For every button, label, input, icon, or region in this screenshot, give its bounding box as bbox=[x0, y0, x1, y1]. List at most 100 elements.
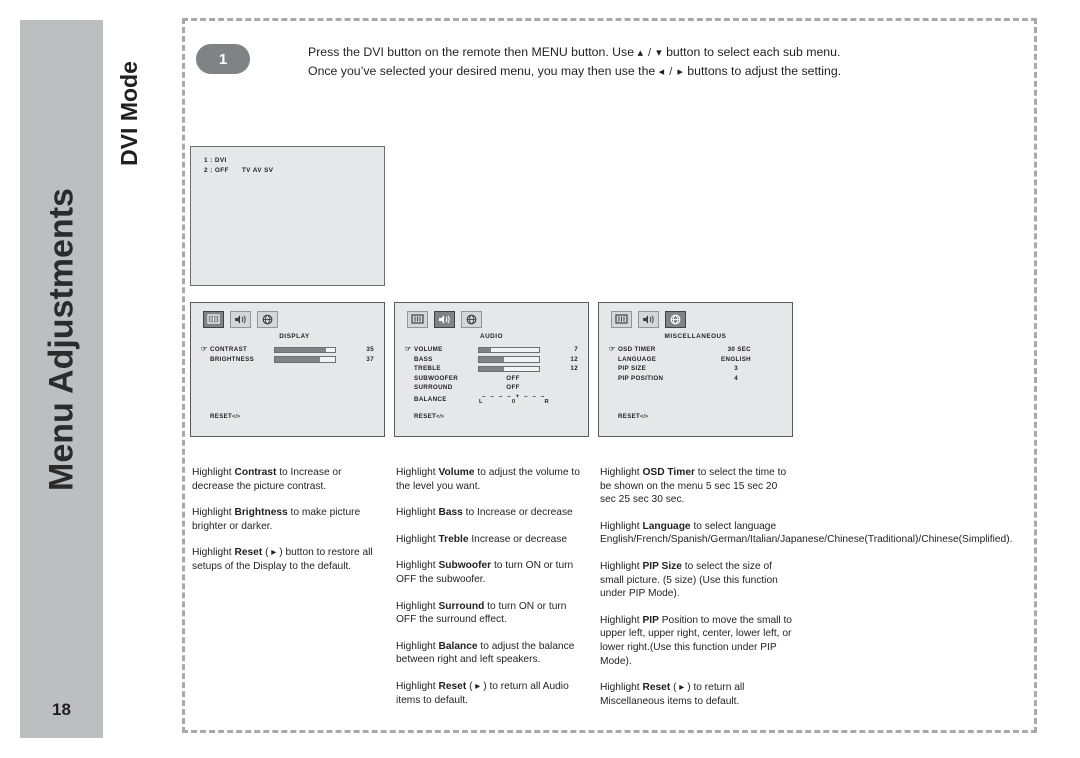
osd-row-label: SURROUND bbox=[414, 384, 453, 392]
osd-slider[interactable] bbox=[274, 346, 336, 353]
globe-icon[interactable] bbox=[665, 311, 686, 328]
description-term: Volume bbox=[438, 467, 475, 478]
chapter-label: DVI Mode bbox=[112, 36, 142, 196]
description-term: Balance bbox=[438, 640, 478, 652]
description-paragraph: Highlight Reset ( ▸ ) to return all Audi… bbox=[396, 680, 588, 707]
globe-icon[interactable] bbox=[461, 311, 482, 328]
osd-row[interactable]: BASS 12 bbox=[405, 355, 580, 365]
speaker-icon[interactable] bbox=[638, 311, 659, 328]
description-body: Increase or decrease bbox=[468, 533, 568, 545]
description-prefix: Highlight bbox=[600, 614, 643, 626]
description-term: Brightness bbox=[234, 507, 288, 519]
description-term: OSD Timer bbox=[642, 467, 695, 478]
description-term: Surround bbox=[438, 600, 485, 612]
step-line1-pre: Press the DVI button on the remote then … bbox=[308, 45, 638, 59]
osd-slider[interactable] bbox=[478, 365, 540, 372]
osd-row[interactable]: TREBLE 12 bbox=[405, 364, 580, 374]
tv-source-line-2-sources: TV AV SV bbox=[241, 167, 274, 174]
description-term: Subwoofer bbox=[438, 560, 492, 572]
osd-reset-arrows: </> bbox=[436, 414, 445, 420]
description-column-display: Highlight Contrast to Increase or decrea… bbox=[192, 466, 384, 587]
tv-source-line-2-label: 2 : OFF bbox=[204, 167, 229, 174]
osd-slider[interactable] bbox=[478, 356, 540, 363]
description-paragraph: Highlight PIP Size to select the size of… bbox=[600, 560, 792, 601]
sidebar-band: Menu Adjustments 18 bbox=[20, 20, 103, 738]
selection-cursor-icon: ☞ bbox=[609, 346, 616, 353]
description-prefix: Highlight bbox=[396, 640, 439, 652]
speaker-icon[interactable] bbox=[230, 311, 251, 328]
osd-row[interactable]: LANGUAGE ENGLISH bbox=[609, 355, 784, 365]
page-number: 18 bbox=[52, 700, 71, 719]
description-prefix: Highlight bbox=[600, 520, 643, 532]
monitor-icon[interactable] bbox=[407, 311, 428, 328]
osd-row[interactable]: BALANCE – – – – + – – – L 0 R bbox=[405, 393, 580, 407]
osd-reset-label: RESET bbox=[414, 413, 437, 420]
step-badge: 1 bbox=[196, 44, 250, 74]
description-term: Contrast bbox=[234, 467, 277, 478]
osd-reset-row[interactable]: RESET</> bbox=[618, 413, 648, 420]
osd-row-value: 37 bbox=[366, 355, 374, 363]
osd-row-value: OFF bbox=[506, 384, 520, 392]
osd-row[interactable]: ☞ VOLUME 7 bbox=[405, 345, 580, 355]
osd-row[interactable]: ☞ OSD TIMER 30 SEC bbox=[609, 345, 784, 355]
osd-row-value: 4 bbox=[734, 374, 738, 382]
selection-cursor-icon: ☞ bbox=[405, 346, 412, 353]
osd-slider[interactable] bbox=[274, 356, 336, 363]
description-prefix: Highlight bbox=[192, 547, 235, 559]
balance-label-center: 0 bbox=[511, 398, 516, 405]
osd-row[interactable]: ☞ CONTRAST 35 bbox=[201, 345, 376, 355]
description-term: PIP bbox=[642, 614, 659, 626]
description-column-audio: Highlight Volume to adjust the volume to… bbox=[396, 466, 588, 720]
osd-title: DISPLAY bbox=[279, 333, 310, 340]
globe-icon[interactable] bbox=[257, 311, 278, 328]
description-column-miscellaneous: Highlight OSD Timer to select the time t… bbox=[600, 466, 1012, 721]
description-paragraph: Highlight Bass to Increase or decrease bbox=[396, 506, 588, 520]
osd-icon-row bbox=[203, 311, 278, 328]
osd-row-list: ☞ VOLUME 7 BASS 12 TREBLE 12 SUBWOOFER OFF SURROU… bbox=[405, 345, 580, 407]
osd-row[interactable]: SURROUND OFF bbox=[405, 383, 580, 393]
description-term: Treble bbox=[438, 533, 469, 545]
osd-reset-row[interactable]: RESET</> bbox=[210, 413, 240, 420]
osd-row-value: 12 bbox=[570, 365, 578, 373]
osd-reset-arrows: </> bbox=[232, 414, 241, 420]
description-term: Bass bbox=[438, 507, 463, 519]
description-term: Reset bbox=[234, 547, 263, 559]
osd-slider-fill bbox=[479, 357, 505, 362]
description-paragraph: Highlight Treble Increase or decrease bbox=[396, 533, 588, 547]
osd-row-label: BRIGHTNESS bbox=[210, 355, 255, 363]
osd-row[interactable]: PIP SIZE 3 bbox=[609, 364, 784, 374]
balance-control[interactable]: – – – – + – – – L 0 R bbox=[475, 393, 553, 405]
description-paragraph: Highlight Contrast to Increase or decrea… bbox=[192, 466, 384, 493]
osd-slider[interactable] bbox=[478, 346, 540, 353]
osd-row-list: ☞ OSD TIMER 30 SEC LANGUAGE ENGLISH PIP SIZE 3… bbox=[609, 345, 784, 383]
description-prefix: Highlight bbox=[396, 533, 439, 545]
description-term: Reset bbox=[438, 680, 467, 692]
tv-source-line-2: 2 : OFF TV AV SV bbox=[204, 166, 273, 176]
osd-row-label: BASS bbox=[414, 355, 433, 363]
description-paragraph: Highlight Language to select language En… bbox=[600, 520, 1012, 547]
osd-row-value: 35 bbox=[366, 346, 374, 354]
osd-row[interactable]: BRIGHTNESS 37 bbox=[201, 355, 376, 365]
step-row: 1 Press the DVI button on the remote the… bbox=[196, 44, 841, 81]
description-paragraph: Highlight PIP Position to move the small… bbox=[600, 614, 792, 668]
speaker-icon[interactable] bbox=[434, 311, 455, 328]
osd-row[interactable]: PIP POSITION 4 bbox=[609, 374, 784, 384]
osd-title: MISCELLANEOUS bbox=[664, 333, 727, 340]
description-paragraph: Highlight Subwoofer to turn ON or turn O… bbox=[396, 559, 588, 586]
osd-slider-fill bbox=[479, 347, 491, 352]
tv-source-lines: 1 : DVI 2 : OFF TV AV SV bbox=[204, 156, 273, 176]
description-prefix: Highlight bbox=[396, 680, 439, 692]
osd-reset-row[interactable]: RESET</> bbox=[414, 413, 444, 420]
osd-row-value: 30 SEC bbox=[727, 346, 751, 354]
step-line2-post: buttons to adjust the setting. bbox=[683, 63, 842, 78]
description-prefix: Highlight bbox=[600, 682, 643, 694]
description-term: Language bbox=[642, 520, 691, 532]
osd-row[interactable]: SUBWOOFER OFF bbox=[405, 374, 580, 384]
osd-panel-display: DISPLAY ☞ CONTRAST 35 BRIGHTNESS 37 RESET</> bbox=[190, 302, 385, 437]
description-paragraph: Highlight Volume to adjust the volume to… bbox=[396, 466, 588, 493]
step-line2-pre: Once you’ve selected your desired menu, … bbox=[308, 63, 659, 78]
osd-reset-arrows: </> bbox=[640, 414, 649, 420]
monitor-icon[interactable] bbox=[203, 311, 224, 328]
monitor-icon[interactable] bbox=[611, 311, 632, 328]
osd-row-value: OFF bbox=[506, 374, 520, 382]
